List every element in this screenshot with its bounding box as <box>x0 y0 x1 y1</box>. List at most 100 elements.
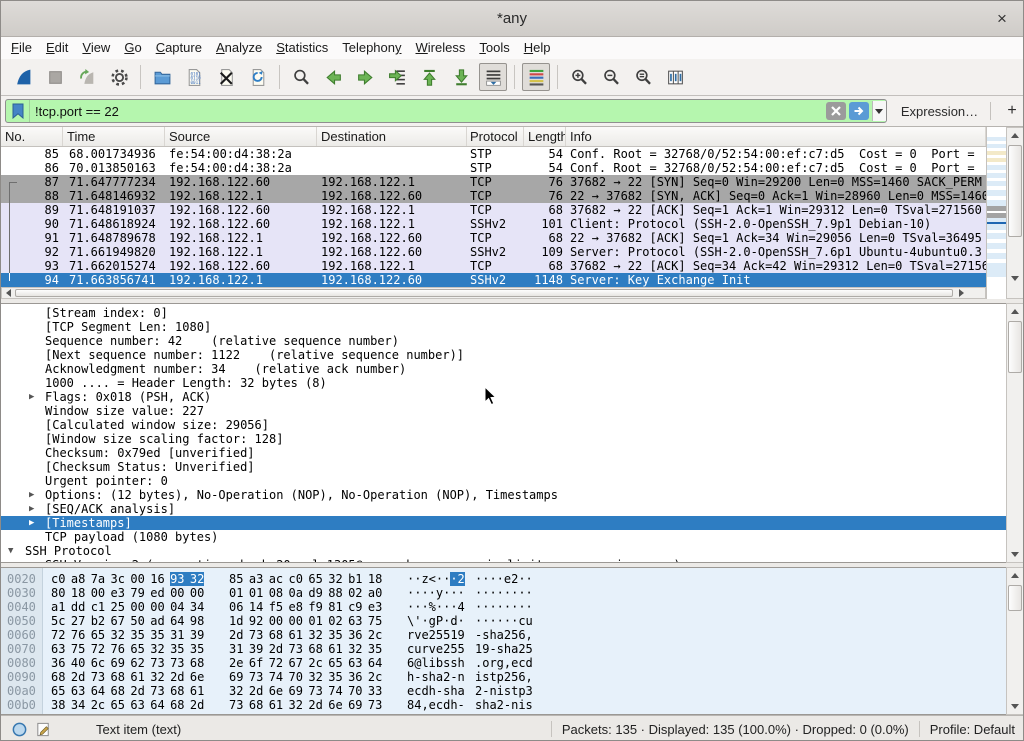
expert-info-icon[interactable] <box>11 721 28 738</box>
colorize-icon[interactable] <box>522 63 550 91</box>
menu-item-capture[interactable]: Capture <box>149 37 209 58</box>
close-icon[interactable]: × <box>989 1 1015 37</box>
intelligent-scrollbar-minimap[interactable] <box>986 127 1006 299</box>
scroll-right-icon[interactable] <box>955 288 967 298</box>
packet-row[interactable]: 8971.648191037192.168.122.60192.168.122.… <box>1 203 986 217</box>
column-header-protocol[interactable]: Protocol <box>467 127 524 146</box>
packet-row[interactable]: 8771.647777234192.168.122.60192.168.122.… <box>1 175 986 189</box>
packet-row[interactable]: 8670.013850163fe:54:00:d4:38:2aSTP54Conf… <box>1 161 986 175</box>
detail-line[interactable]: [Stream index: 0] <box>1 306 1006 320</box>
hex-row[interactable]: 0090682d736861322d6e697374703235362ch-sh… <box>1 670 1006 684</box>
scroll-thumb[interactable] <box>1008 585 1022 611</box>
menu-item-go[interactable]: Go <box>117 37 148 58</box>
capture-comment-icon[interactable] <box>35 721 52 738</box>
resize-columns-icon[interactable] <box>661 63 689 91</box>
detail-line[interactable]: Checksum: 0x79ed [unverified] <box>1 446 1006 460</box>
menu-item-telephony[interactable]: Telephony <box>335 37 408 58</box>
scroll-down-icon[interactable] <box>1007 271 1023 286</box>
scroll-down-icon[interactable] <box>1007 699 1023 714</box>
expression-button[interactable]: Expression… <box>901 104 978 119</box>
expanded-arrow-icon[interactable]: ▼ <box>8 544 13 558</box>
collapsed-arrow-icon[interactable]: ▶ <box>29 516 34 530</box>
packet-row[interactable]: 9371.662015274192.168.122.60192.168.122.… <box>1 259 986 273</box>
hex-row[interactable]: 00a0656364682d736861322d6e6973747033ecdh… <box>1 684 1006 698</box>
collapsed-arrow-icon[interactable]: ▶ <box>29 502 34 516</box>
scroll-left-icon[interactable] <box>2 288 14 298</box>
details-vscrollbar[interactable] <box>1006 303 1024 563</box>
go-last-icon[interactable] <box>447 63 475 91</box>
find-packet-icon[interactable] <box>287 63 315 91</box>
detail-line[interactable]: ▶[Timestamps] <box>1 516 1006 530</box>
hex-row[interactable]: 008036406c69627373682e6f72672c6563646@li… <box>1 656 1006 670</box>
hex-row[interactable]: 0020c0a87a3c0016933285a3acc06532b118··z<… <box>1 572 1006 586</box>
reload-file-icon[interactable] <box>244 63 272 91</box>
detail-line[interactable]: ▼SSH Protocol <box>1 544 1006 558</box>
hex-row[interactable]: 0040a1ddc125000004340614f5e8f981c9e3···%… <box>1 600 1006 614</box>
column-header-source[interactable]: Source <box>165 127 317 146</box>
close-file-icon[interactable] <box>212 63 240 91</box>
detail-line[interactable]: 1000 .... = Header Length: 32 bytes (8) <box>1 376 1006 390</box>
packet-list-vscrollbar[interactable] <box>1006 127 1024 299</box>
go-forward-icon[interactable] <box>351 63 379 91</box>
hex-row[interactable]: 0070637572766532353531392d7368613235curv… <box>1 642 1006 656</box>
filter-bookmark-icon[interactable] <box>6 100 30 122</box>
scroll-thumb[interactable] <box>1008 145 1022 237</box>
restart-capture-icon[interactable] <box>73 63 101 91</box>
start-capture-icon[interactable] <box>9 63 37 91</box>
hex-row[interactable]: 0030801800e379ed00000101080ad98802a0····… <box>1 586 1006 600</box>
go-first-icon[interactable] <box>415 63 443 91</box>
zoom-out-icon[interactable] <box>597 63 625 91</box>
collapsed-arrow-icon[interactable]: ▶ <box>29 390 34 404</box>
menu-item-tools[interactable]: Tools <box>472 37 516 58</box>
packet-row[interactable]: 9171.648789678192.168.122.1192.168.122.6… <box>1 231 986 245</box>
scroll-up-icon[interactable] <box>1007 304 1023 319</box>
packet-row[interactable]: 9471.663856741192.168.122.1192.168.122.6… <box>1 273 986 287</box>
detail-line[interactable]: Sequence number: 42 (relative sequence n… <box>1 334 1006 348</box>
filter-history-dropdown[interactable] <box>872 101 886 121</box>
column-header-destination[interactable]: Destination <box>317 127 467 146</box>
packet-row[interactable]: 8871.648146932192.168.122.1192.168.122.6… <box>1 189 986 203</box>
scroll-down-icon[interactable] <box>1007 547 1023 562</box>
add-filter-button[interactable]: + <box>1001 102 1023 120</box>
stop-capture-icon[interactable] <box>41 63 69 91</box>
menu-item-view[interactable]: View <box>75 37 117 58</box>
go-to-packet-icon[interactable] <box>383 63 411 91</box>
column-header-no[interactable]: No. <box>1 127 63 146</box>
column-header-length[interactable]: Length <box>524 127 566 146</box>
detail-line[interactable]: ▶[SEQ/ACK analysis] <box>1 502 1006 516</box>
zoom-original-icon[interactable] <box>629 63 657 91</box>
filter-clear-icon[interactable] <box>826 102 846 120</box>
detail-line[interactable]: ▶Flags: 0x018 (PSH, ACK) <box>1 390 1006 404</box>
packet-row[interactable]: 9271.661949820192.168.122.1192.168.122.6… <box>1 245 986 259</box>
go-back-icon[interactable] <box>319 63 347 91</box>
capture-options-icon[interactable] <box>105 63 133 91</box>
menu-item-help[interactable]: Help <box>517 37 558 58</box>
save-file-icon[interactable]: 010101100011 <box>180 63 208 91</box>
filter-apply-icon[interactable] <box>849 102 869 120</box>
menu-item-analyze[interactable]: Analyze <box>209 37 269 58</box>
column-header-time[interactable]: Time <box>63 127 165 146</box>
scroll-thumb[interactable] <box>15 289 953 297</box>
packet-row[interactable]: 9071.648618924192.168.122.60192.168.122.… <box>1 217 986 231</box>
menu-item-file[interactable]: File <box>4 37 39 58</box>
detail-line[interactable]: [Window size scaling factor: 128] <box>1 432 1006 446</box>
detail-line[interactable]: [TCP Segment Len: 1080] <box>1 320 1006 334</box>
collapsed-arrow-icon[interactable]: ▶ <box>29 488 34 502</box>
zoom-in-icon[interactable] <box>565 63 593 91</box>
hex-row[interactable]: 006072766532353531392d7368613235362crve2… <box>1 628 1006 642</box>
scroll-up-icon[interactable] <box>1007 568 1023 583</box>
auto-scroll-icon[interactable] <box>479 63 507 91</box>
menu-item-wireless[interactable]: Wireless <box>409 37 473 58</box>
detail-line[interactable]: [Next sequence number: 1122 (relative se… <box>1 348 1006 362</box>
detail-line[interactable]: Window size value: 227 <box>1 404 1006 418</box>
menu-item-edit[interactable]: Edit <box>39 37 75 58</box>
detail-line[interactable]: [Checksum Status: Unverified] <box>1 460 1006 474</box>
detail-line[interactable]: [Calculated window size: 29056] <box>1 418 1006 432</box>
detail-line[interactable]: ▶Options: (12 bytes), No-Operation (NOP)… <box>1 488 1006 502</box>
scroll-thumb[interactable] <box>1008 321 1022 373</box>
display-filter-input[interactable] <box>30 101 826 121</box>
packet-row[interactable]: 8568.001734936fe:54:00:d4:38:2aSTP54Conf… <box>1 147 986 161</box>
detail-line[interactable]: Urgent pointer: 0 <box>1 474 1006 488</box>
hex-vscrollbar[interactable] <box>1006 567 1024 715</box>
detail-line[interactable]: Acknowledgment number: 34 (relative ack … <box>1 362 1006 376</box>
